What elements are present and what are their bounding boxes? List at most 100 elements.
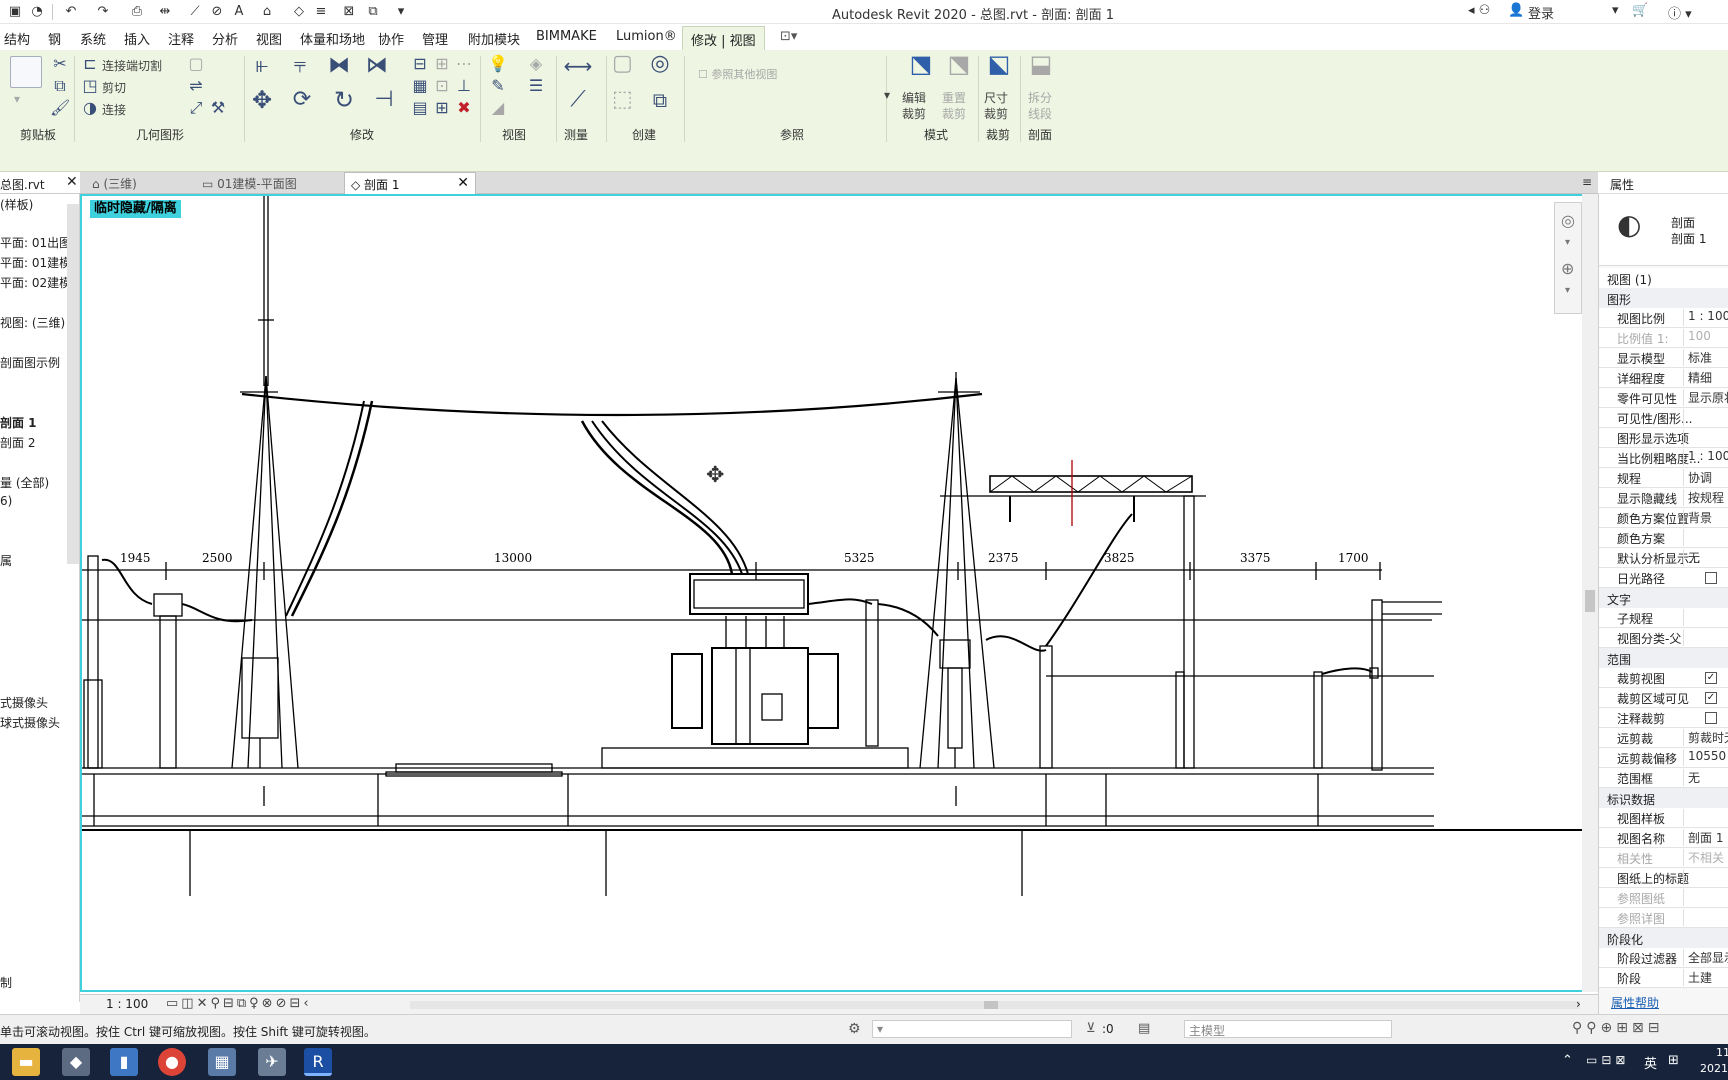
- property-value[interactable]: 1 : 100: [1683, 309, 1728, 326]
- tree-item[interactable]: 剖面图示例: [0, 354, 60, 371]
- type-selector[interactable]: ◐ 剖面 剖面 1: [1599, 194, 1728, 266]
- aligned-dimension-icon[interactable]: ⟋: [560, 89, 596, 111]
- qat-customize-icon[interactable]: ▾: [392, 3, 410, 21]
- property-value[interactable]: 剖面 1: [1683, 829, 1728, 846]
- design-option-dropdown[interactable]: 主模型: [1184, 1020, 1392, 1038]
- property-value[interactable]: [1683, 909, 1728, 926]
- copy-element-icon[interactable]: ⟳: [292, 89, 312, 111]
- drawing-canvas[interactable]: 1945 2500 13000 5325 2375 3825 3375 1700…: [80, 194, 1590, 992]
- zoom-icon[interactable]: ⊕: [1561, 259, 1574, 278]
- view-scale[interactable]: 1 : 100: [106, 997, 148, 1011]
- dimension-icon[interactable]: ⟋: [186, 3, 204, 21]
- property-value[interactable]: 精细: [1683, 369, 1728, 386]
- print-icon[interactable]: ⎙: [128, 3, 146, 21]
- property-row[interactable]: 显示模型 标准: [1599, 348, 1728, 368]
- property-row[interactable]: 注释裁剪: [1599, 708, 1728, 728]
- tree-item[interactable]: 式摄像头: [0, 694, 48, 711]
- tree-item[interactable]: (样板): [0, 196, 33, 213]
- tree-item[interactable]: 属: [0, 552, 12, 569]
- tree-item[interactable]: 制: [0, 974, 12, 991]
- reset-crop-icon[interactable]: ⬔: [942, 52, 976, 76]
- split-icon[interactable]: ⊟: [410, 54, 430, 74]
- property-row[interactable]: 默认分析显示... 无: [1599, 548, 1728, 568]
- tab-lumion[interactable]: Lumion®: [616, 29, 677, 44]
- property-value[interactable]: [1683, 409, 1728, 426]
- sign-in-link[interactable]: 登录: [1528, 3, 1554, 22]
- paint-icon[interactable]: ◢: [488, 98, 508, 118]
- help-icon[interactable]: ⓘ ▾: [1668, 3, 1692, 22]
- property-value[interactable]: [1683, 529, 1728, 546]
- measure-between-icon[interactable]: ⟷: [560, 56, 596, 76]
- trim-multi-icon[interactable]: ⋯: [454, 54, 474, 74]
- cut-geometry-button[interactable]: 剪切: [102, 79, 126, 96]
- tray-icons[interactable]: ▭⊟⊠: [1586, 1053, 1629, 1067]
- delete-icon[interactable]: ✖: [454, 98, 474, 118]
- unpin-icon[interactable]: ⊞: [432, 98, 452, 118]
- section-icon[interactable]: ◇: [290, 3, 308, 21]
- tree-item-active[interactable]: 剖面 1: [0, 414, 37, 431]
- scroll-right-icon[interactable]: ›: [1576, 997, 1581, 1011]
- workset-dropdown[interactable]: ▾: [872, 1020, 1072, 1038]
- redo-icon[interactable]: ↷: [94, 3, 112, 21]
- tab-list-icon[interactable]: ≡: [1576, 172, 1598, 194]
- measure-icon[interactable]: ⇹: [156, 3, 174, 21]
- section-graphics[interactable]: 图形: [1599, 288, 1728, 308]
- section-phasing[interactable]: 阶段化: [1599, 928, 1728, 948]
- property-row[interactable]: 可见性/图形...: [1599, 408, 1728, 428]
- edit-crop-button[interactable]: 编辑 裁剪: [902, 90, 926, 122]
- vertical-scroll-thumb[interactable]: [1585, 590, 1595, 612]
- create-similar-icon[interactable]: ⧉: [650, 90, 670, 110]
- view-instance-filter[interactable]: 视图 (1): [1599, 268, 1728, 288]
- mode-dropdown-icon[interactable]: ▾: [884, 88, 890, 102]
- close-browser-icon[interactable]: ✕: [66, 174, 78, 190]
- property-row[interactable]: 颜色方案位置 背景: [1599, 508, 1728, 528]
- browser-scrollbar[interactable]: [67, 204, 79, 564]
- property-row[interactable]: 范围框 无: [1599, 768, 1728, 788]
- property-row[interactable]: 参照详图: [1599, 908, 1728, 928]
- tree-item[interactable]: 球式摄像头: [0, 714, 60, 731]
- property-value[interactable]: 全部显示: [1683, 949, 1728, 966]
- property-value[interactable]: [1683, 429, 1728, 446]
- text-icon[interactable]: A: [230, 3, 248, 21]
- property-row[interactable]: 详细程度 精细: [1599, 368, 1728, 388]
- property-row[interactable]: 比例值 1: 100: [1599, 328, 1728, 348]
- section-identity[interactable]: 标识数据: [1599, 788, 1728, 808]
- property-value[interactable]: 1 : 100: [1683, 449, 1728, 466]
- file-explorer-icon[interactable]: ▬: [12, 1048, 40, 1076]
- ribbon-minimize-icon[interactable]: ⊡▾: [780, 29, 797, 44]
- mirror-draw-icon[interactable]: ⧒: [366, 55, 388, 77]
- mirror-axis-icon[interactable]: ⧓: [328, 55, 350, 77]
- tree-item[interactable]: 视图: (三维): [0, 314, 65, 331]
- 3d-view-icon[interactable]: ⌂: [258, 3, 276, 21]
- thin-lines-icon[interactable]: ≡: [312, 3, 330, 21]
- property-value[interactable]: [1683, 889, 1728, 906]
- tree-item[interactable]: 平面: 02建模: [0, 274, 71, 291]
- tab-section-1[interactable]: ◇ 剖面 1 ✕: [344, 172, 476, 194]
- pin-element-icon[interactable]: ⊥: [454, 76, 474, 96]
- tab-analyze[interactable]: 分析: [212, 29, 238, 48]
- ime-indicator[interactable]: 英: [1644, 1053, 1657, 1072]
- property-row[interactable]: 图形显示选项: [1599, 428, 1728, 448]
- chrome-icon[interactable]: ●: [158, 1048, 186, 1076]
- tree-item[interactable]: 6): [0, 494, 12, 508]
- offset-icon[interactable]: ⫧: [290, 55, 310, 77]
- linework-style-icon[interactable]: ☰: [526, 76, 546, 96]
- property-row[interactable]: 视图分类-父: [1599, 628, 1728, 648]
- tree-item[interactable]: 平面: 01出图: [0, 234, 71, 251]
- property-value[interactable]: 按规程: [1683, 489, 1728, 506]
- property-value[interactable]: 背景: [1683, 509, 1728, 526]
- tab-systems[interactable]: 系统: [80, 29, 106, 48]
- tab-insert[interactable]: 插入: [124, 29, 150, 48]
- property-row[interactable]: 颜色方案: [1599, 528, 1728, 548]
- filter-icon[interactable]: ⊻: [1086, 1021, 1096, 1036]
- user-icon[interactable]: 👤: [1508, 3, 1524, 18]
- reset-crop-button[interactable]: 重置 裁剪: [942, 90, 966, 122]
- search-nav-icon[interactable]: ◂ ⚇: [1468, 3, 1490, 18]
- cut-clipboard-icon[interactable]: ✂: [50, 54, 70, 74]
- property-row[interactable]: 阶段 土建: [1599, 968, 1728, 988]
- property-row[interactable]: 远剪裁 剪裁时无截面线: [1599, 728, 1728, 748]
- tab-addins[interactable]: 附加模块: [468, 29, 520, 48]
- tree-item[interactable]: 平面: 01建模: [0, 254, 71, 271]
- property-row[interactable]: 日光路径: [1599, 568, 1728, 588]
- tree-item[interactable]: 量 (全部): [0, 474, 49, 491]
